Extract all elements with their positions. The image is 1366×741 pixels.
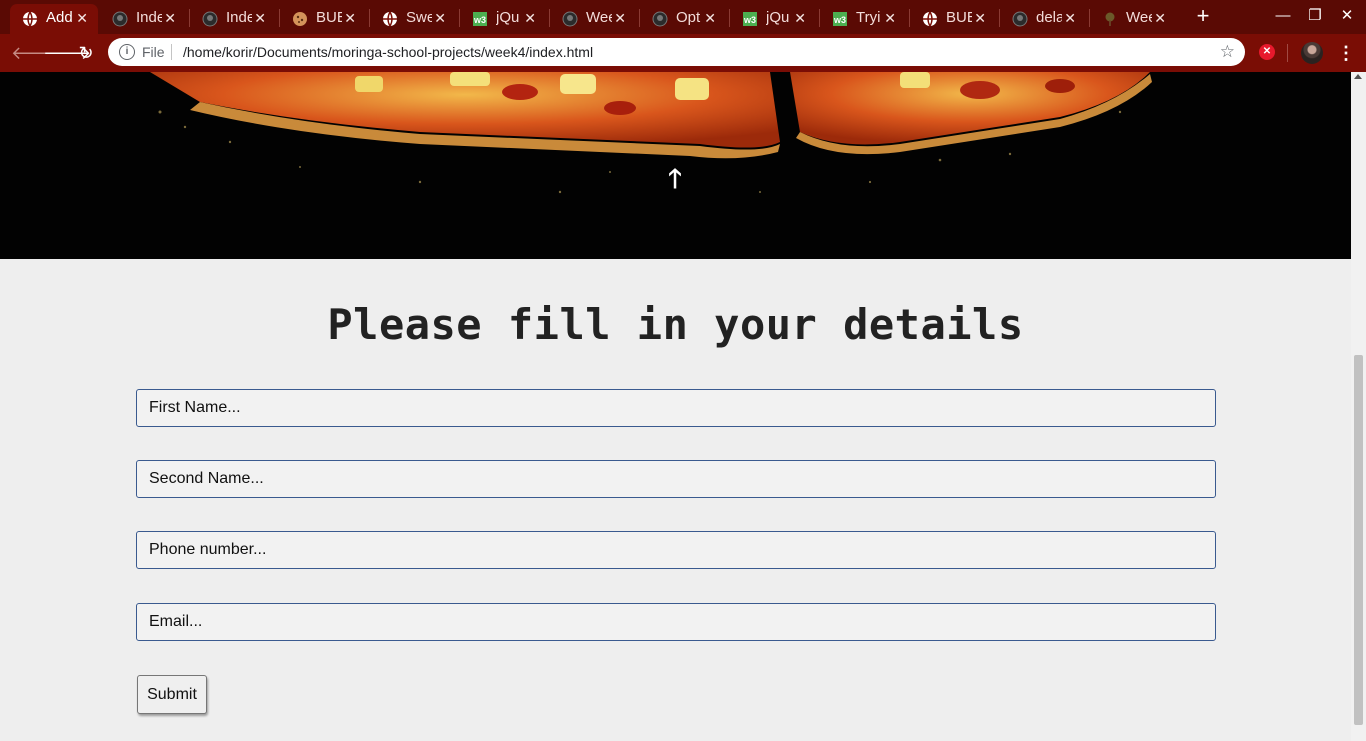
scroll-up-arrow-icon[interactable] (1354, 74, 1362, 79)
cookie-icon (292, 11, 308, 27)
tab-separator (639, 9, 640, 27)
email-input[interactable] (136, 603, 1216, 641)
submit-button[interactable]: Submit (137, 675, 207, 714)
w3schools-icon: w3 (832, 11, 848, 27)
tab-separator (729, 9, 730, 27)
scheme-label: File (142, 44, 165, 60)
browser-tab[interactable]: dela ✕ (1000, 4, 1086, 34)
tab-close-icon[interactable]: ✕ (76, 10, 88, 26)
tab-close-icon[interactable]: ✕ (974, 10, 986, 26)
first-name-input[interactable] (136, 389, 1216, 427)
browser-tab[interactable]: BUE ✕ (280, 4, 366, 34)
browser-tab[interactable]: w3 Tryi ✕ (820, 4, 906, 34)
minimize-window-icon[interactable]: — (1275, 8, 1291, 24)
tab-title: Add (46, 9, 72, 26)
tab-separator (1089, 9, 1090, 27)
browser-tab[interactable]: w3 jQu ✕ (460, 4, 546, 34)
browser-tab[interactable]: Inde ✕ (190, 4, 276, 34)
svg-text:w3: w3 (473, 15, 486, 25)
tab-close-icon[interactable]: ✕ (524, 10, 536, 26)
browser-tab[interactable]: Swe ✕ (370, 4, 456, 34)
forward-button[interactable]: 🡒 (43, 42, 91, 64)
phone-number-input[interactable] (136, 531, 1216, 569)
tab-title: Opt (676, 9, 701, 26)
bookmark-star-icon[interactable]: ☆ (1220, 42, 1235, 62)
toolbar-separator (1287, 44, 1288, 62)
tab-close-icon[interactable]: ✕ (1154, 10, 1166, 26)
close-window-icon[interactable]: ✕ (1339, 8, 1355, 24)
tab-separator (189, 9, 190, 27)
tab-close-icon[interactable]: ✕ (1064, 10, 1076, 26)
tab-close-icon[interactable]: ✕ (344, 10, 356, 26)
restore-window-icon[interactable]: ❐ (1307, 8, 1323, 24)
tab-close-icon[interactable]: ✕ (434, 10, 446, 26)
tab-close-icon[interactable]: ✕ (884, 10, 896, 26)
address-separator (171, 44, 172, 60)
tab-separator (369, 9, 370, 27)
browser-tab[interactable]: Opt ✕ (640, 4, 726, 34)
browser-menu-icon[interactable]: ⋮ (1337, 42, 1355, 64)
reload-button[interactable]: ↻ (75, 42, 97, 64)
extension-blocked-icon[interactable]: ✕ (1259, 44, 1275, 60)
tab-title: Wee (1126, 9, 1152, 26)
tree-icon (1102, 11, 1118, 27)
profile-avatar[interactable] (1301, 42, 1323, 64)
globe-icon (382, 11, 398, 27)
url-text[interactable]: /home/korir/Documents/moringa-school-pro… (183, 44, 593, 60)
page-scrollbar[interactable] (1351, 72, 1366, 741)
browser-tab[interactable]: Inde ✕ (100, 4, 186, 34)
tab-title: BUE (316, 9, 342, 26)
globe-icon (922, 11, 938, 27)
scroll-to-top-arrow-icon[interactable]: 🡑 (663, 164, 687, 192)
globe-icon (22, 11, 38, 27)
tab-title: jQu (766, 9, 790, 26)
tab-separator (279, 9, 280, 27)
github-icon (112, 11, 128, 27)
address-bar[interactable]: i File /home/korir/Documents/moringa-sch… (108, 38, 1245, 66)
scrollbar-thumb[interactable] (1354, 355, 1363, 725)
site-info-icon[interactable]: i (119, 44, 135, 60)
tab-separator (549, 9, 550, 27)
svg-text:w3: w3 (833, 15, 846, 25)
browser-tab[interactable]: Wee✕ (550, 4, 636, 34)
tab-separator (819, 9, 820, 27)
tab-separator (999, 9, 1000, 27)
tab-title: Tryi (856, 9, 881, 26)
browser-tab[interactable]: Add ✕ (10, 4, 98, 34)
browser-tab[interactable]: BUE ✕ (910, 4, 996, 34)
new-tab-button[interactable]: + (1193, 5, 1213, 27)
tab-strip: Add✕Inde✕Inde✕BUE✕Swe✕w3jQu✕Wee✕Opt✕w3jQ… (0, 0, 1366, 34)
tab-close-icon[interactable]: ✕ (794, 10, 806, 26)
tab-title: jQu (496, 9, 520, 26)
tab-separator (909, 9, 910, 27)
form-title: Please fill in your details (327, 300, 1024, 349)
tab-title: Swe (406, 9, 432, 26)
github-icon (562, 11, 578, 27)
tab-close-icon[interactable]: ✕ (614, 10, 626, 26)
svg-text:w3: w3 (743, 15, 756, 25)
github-icon (202, 11, 218, 27)
browser-tab[interactable]: w3 jQu ✕ (730, 4, 816, 34)
page-content: 🡑 Please fill in your details Submit (0, 72, 1351, 741)
browser-toolbar: 🡐 🡒 ↻ i File /home/korir/Documents/morin… (0, 34, 1366, 72)
github-icon (652, 11, 668, 27)
tab-title: Inde (226, 9, 252, 26)
tab-close-icon[interactable]: ✕ (164, 10, 176, 26)
tab-title: Wee (586, 9, 612, 26)
back-button[interactable]: 🡐 (11, 42, 59, 64)
pizza-hero-image: 🡑 (0, 72, 1351, 259)
tab-separator (459, 9, 460, 27)
tab-close-icon[interactable]: ✕ (254, 10, 266, 26)
tab-title: dela (1036, 9, 1062, 26)
w3schools-icon: w3 (742, 11, 758, 27)
w3schools-icon: w3 (472, 11, 488, 27)
tab-title: Inde (136, 9, 162, 26)
browser-tab[interactable]: Wee✕ (1090, 4, 1176, 34)
tab-title: BUE (946, 9, 972, 26)
second-name-input[interactable] (136, 460, 1216, 498)
tab-close-icon[interactable]: ✕ (704, 10, 716, 26)
github-icon (1012, 11, 1028, 27)
